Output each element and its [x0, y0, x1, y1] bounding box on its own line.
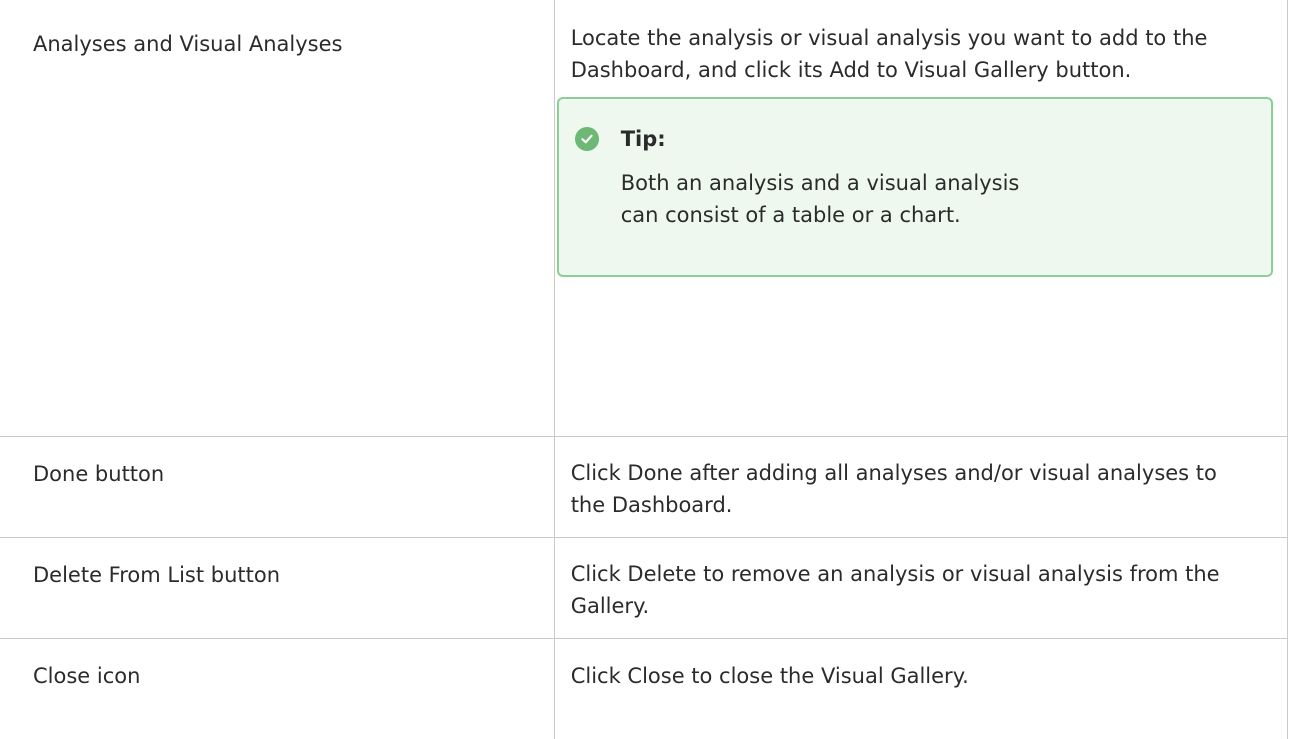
description-text: Click Close to close the Visual Gallery. — [555, 639, 1287, 692]
tip-callout: Tip: Both an analysis and a visual analy… — [557, 97, 1273, 277]
term-cell: Done button — [0, 437, 554, 538]
table-row: Delete From List button Click Delete to … — [0, 538, 1288, 639]
table-row: Done button Click Done after adding all … — [0, 437, 1288, 538]
table-row: Analyses and Visual Analyses Locate the … — [0, 0, 1288, 437]
description-text: Click Done after adding all analyses and… — [555, 437, 1287, 521]
check-circle-icon — [575, 127, 599, 151]
term-cell: Delete From List button — [0, 538, 554, 639]
description-cell: Click Done after adding all analyses and… — [554, 437, 1287, 538]
description-text: Click Delete to remove an analysis or vi… — [555, 538, 1287, 622]
term-label: Delete From List button — [0, 538, 554, 591]
definition-table: Analyses and Visual Analyses Locate the … — [0, 0, 1288, 739]
tip-body: Both an analysis and a visual analysis c… — [621, 167, 1061, 231]
term-label: Close icon — [0, 639, 554, 692]
term-label: Done button — [0, 437, 554, 490]
table-row: Close icon Click Close to close the Visu… — [0, 639, 1288, 739]
term-label: Analyses and Visual Analyses — [0, 0, 554, 60]
tip-title: Tip: — [621, 123, 666, 155]
description-cell: Click Close to close the Visual Gallery. — [554, 639, 1287, 739]
description-cell: Click Delete to remove an analysis or vi… — [554, 538, 1287, 639]
tip-header: Tip: — [575, 123, 1247, 155]
description-text: Locate the analysis or visual analysis y… — [555, 0, 1287, 86]
term-cell: Analyses and Visual Analyses — [0, 0, 554, 437]
description-cell: Locate the analysis or visual analysis y… — [554, 0, 1287, 437]
term-cell: Close icon — [0, 639, 554, 739]
